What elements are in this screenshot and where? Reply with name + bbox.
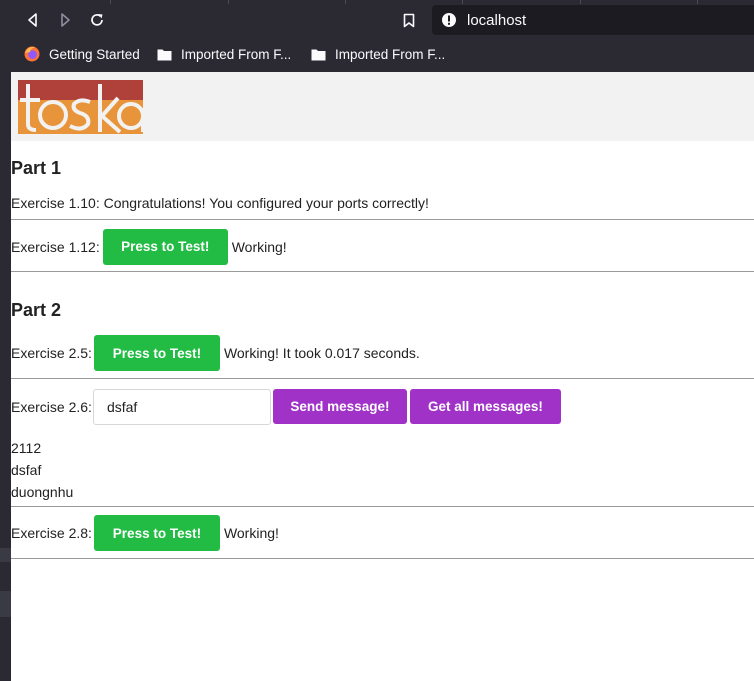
reload-button[interactable] [86, 9, 108, 31]
exercise-2-6: Exercise 2.6: Send message! Get all mess… [11, 388, 561, 425]
back-arrow-icon [28, 13, 37, 27]
part1-heading: Part 1 [11, 158, 62, 178]
get-all-messages-button[interactable]: Get all messages! [409, 389, 561, 424]
exercise-2-8-status: Working! [223, 525, 279, 541]
browser-toolbar: localhost Getting Started Imported From … [0, 0, 754, 72]
divider [11, 506, 754, 507]
part2-heading: Part 2 [11, 300, 62, 320]
bookmark-getting-started[interactable]: Getting Started [24, 44, 140, 64]
message-item: duongnhu [11, 484, 74, 500]
toska-logo [18, 80, 143, 134]
url-text: localhost [467, 11, 527, 29]
bookmark-label: Imported From F... [335, 46, 446, 62]
exercise-1-12-test-button[interactable]: Press to Test! [102, 228, 228, 265]
divider [11, 219, 754, 220]
bookmark-label: Imported From F... [181, 46, 292, 62]
messages-list: 2112 dsfaf duongnhu [11, 437, 73, 503]
divider [11, 558, 754, 559]
back-button[interactable] [22, 9, 44, 31]
forward-arrow-icon [61, 13, 70, 27]
bookmark-label: Getting Started [49, 46, 140, 62]
message-input[interactable] [92, 388, 271, 425]
exercise-2-8-test-button[interactable]: Press to Test! [93, 515, 220, 551]
site-info-icon[interactable] [441, 12, 457, 28]
bookmark-page-button[interactable] [399, 9, 419, 31]
tab-strip [0, 0, 754, 4]
exercise-2-6-label: Exercise 2.6: [11, 398, 92, 415]
exercise-2-5: Exercise 2.5: Press to Test! Working! It… [11, 335, 420, 371]
bookmarks-toolbar: Getting Started Imported From F... Impor… [0, 40, 754, 68]
folder-icon [157, 49, 172, 60]
header [11, 72, 754, 141]
exercise-1-10-text: Exercise 1.10: Congratulations! You conf… [11, 195, 429, 211]
background-window-edge [0, 72, 11, 681]
bookmark-folder-1[interactable]: Imported From F... [157, 44, 291, 64]
firefox-icon [24, 46, 40, 62]
exercise-1-10: Exercise 1.10: Congratulations! You conf… [11, 194, 429, 212]
exercise-2-5-test-button[interactable]: Press to Test! [93, 335, 220, 371]
exercise-2-8: Exercise 2.8: Press to Test! Working! [11, 515, 279, 551]
page-content: Part 1 Exercise 1.10: Congratulations! Y… [11, 72, 754, 681]
exercise-2-5-label: Exercise 2.5: [11, 345, 92, 361]
address-bar[interactable]: localhost [432, 5, 754, 35]
message-item: 2112 [11, 440, 42, 456]
folder-icon [311, 49, 326, 60]
divider [11, 271, 754, 272]
exercise-1-12-label: Exercise 1.12: [11, 238, 100, 255]
send-message-button[interactable]: Send message! [272, 389, 407, 424]
bookmark-icon [403, 13, 415, 27]
reload-icon [91, 14, 103, 26]
exercise-1-12: Exercise 1.12: Press to Test! Working! [11, 228, 287, 265]
bookmark-folder-2[interactable]: Imported From F... [311, 44, 445, 64]
forward-button[interactable] [54, 9, 76, 31]
message-item: dsfaf [11, 462, 42, 478]
exercise-2-8-label: Exercise 2.8: [11, 525, 92, 541]
exercise-1-12-status: Working! [231, 238, 287, 255]
exercise-2-5-status: Working! It took 0.017 seconds. [223, 345, 420, 361]
divider [11, 378, 754, 379]
